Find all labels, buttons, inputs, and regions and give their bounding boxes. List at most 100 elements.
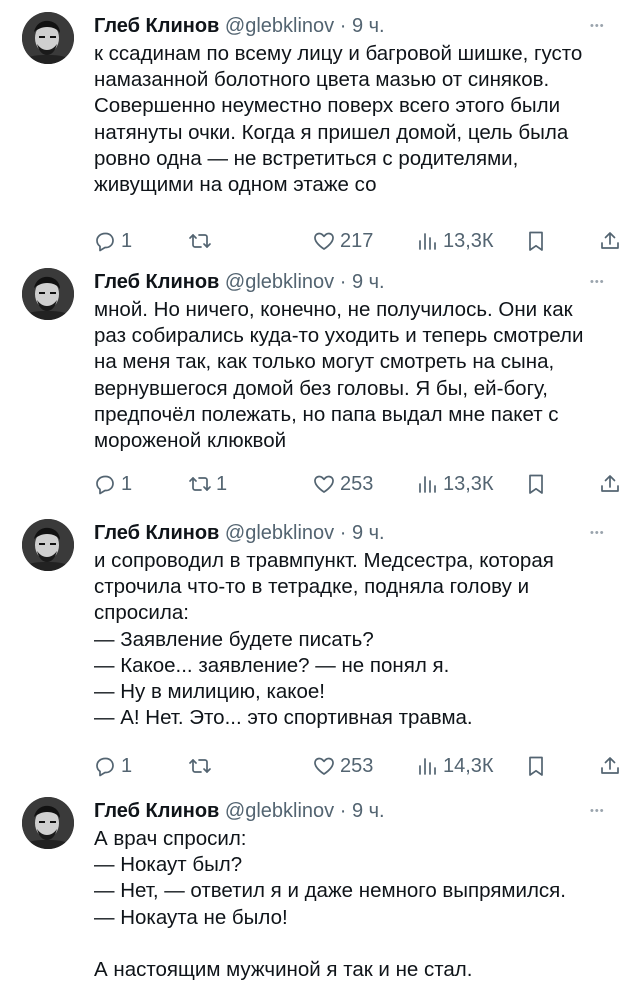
tweet-actions: 1 217 13,3К <box>0 226 640 256</box>
views-button[interactable]: 13,3К <box>415 226 494 256</box>
tweet-header: Глеб Клинов @glebklinov · 9 ч. <box>94 270 385 294</box>
reply-button[interactable]: 1 <box>93 226 132 256</box>
bookmark-button[interactable] <box>524 751 548 781</box>
share-button[interactable] <box>598 226 622 256</box>
reply-button[interactable]: 1 <box>93 751 132 781</box>
views-icon <box>415 229 439 253</box>
author-handle[interactable]: @glebklinov <box>225 800 334 822</box>
tweet-text-line: к ссадинам по всему лицу и багровой шишк… <box>94 42 583 65</box>
author-handle[interactable]: @glebklinov <box>225 15 334 37</box>
author-name[interactable]: Глеб Клинов <box>94 800 219 822</box>
reply-icon <box>93 472 117 496</box>
tweet-actions: 1 1 253 13,3К <box>0 469 640 499</box>
like-button[interactable]: 217 <box>312 226 373 256</box>
retweet-button[interactable] <box>188 226 216 256</box>
author-handle[interactable]: @glebklinov <box>225 522 334 544</box>
tweet-text-line: — Заявление будете писать? <box>94 627 374 651</box>
bookmark-icon <box>524 229 548 253</box>
timestamp[interactable]: 9 ч. <box>352 522 385 544</box>
tweet-text: мной. Но ничего, конечно, не получилось.… <box>94 297 614 454</box>
replie-count: 1 <box>121 229 133 252</box>
tweet-text-line: на меня так, как только могут смотреть н… <box>94 350 555 374</box>
tweet-text: и сопроводил в травмпункт. Медсестра, ко… <box>94 548 614 731</box>
views-icon <box>415 472 439 496</box>
view-count: 13,3К <box>443 472 494 495</box>
like-button[interactable]: 253 <box>312 469 373 499</box>
separator-dot: · <box>334 15 352 37</box>
tweet-text-line: мороженой клюквой <box>94 429 287 453</box>
more-icon[interactable]: ••• <box>590 20 605 32</box>
separator-dot: · <box>334 271 352 293</box>
tweet-text-line: Совершенно неуместно поверх всего этого … <box>94 94 561 118</box>
retweet-count: 1 <box>216 472 228 495</box>
tweet-text-line: А настоящим мужчиной я так и не стал. <box>94 957 473 981</box>
avatar[interactable] <box>22 12 74 64</box>
replie-count: 1 <box>121 754 133 777</box>
retweet-button[interactable]: 1 <box>188 469 227 499</box>
tweet-actions: 1 253 14,3К <box>0 751 640 781</box>
tweet-text-line: спросила: <box>94 601 189 625</box>
tweet-text-line: строчила что-то в тетрадке, подняла голо… <box>94 575 530 599</box>
like-count: 253 <box>340 754 374 777</box>
author-name[interactable]: Глеб Клинов <box>94 522 219 544</box>
bookmark-button[interactable] <box>524 226 548 256</box>
share-icon <box>598 472 622 496</box>
share-icon <box>598 754 622 778</box>
avatar[interactable] <box>22 519 74 571</box>
author-name[interactable]: Глеб Клинов <box>94 15 219 37</box>
avatar[interactable] <box>22 268 74 320</box>
tweet-text-line: — Ну в милицию, какое! <box>94 680 325 704</box>
separator-dot: · <box>334 800 352 822</box>
more-icon[interactable]: ••• <box>590 805 605 817</box>
view-count: 13,3К <box>443 229 494 252</box>
reply-icon <box>93 754 117 778</box>
tweet-header: Глеб Клинов @glebklinov · 9 ч. <box>94 799 385 823</box>
tweet-text-line: А врач спросил: <box>94 827 247 850</box>
author-name[interactable]: Глеб Клинов <box>94 271 219 293</box>
replie-count: 1 <box>121 472 133 495</box>
author-handle[interactable]: @glebklinov <box>225 271 334 293</box>
tweet-text-line: натянуты очки. Когда я пришел домой, цел… <box>94 120 569 144</box>
view-count: 14,3К <box>443 754 494 777</box>
retweet-icon <box>188 229 212 253</box>
like-button[interactable]: 253 <box>312 751 373 781</box>
tweet-text-line: намазанной болотного цвета мазью от синя… <box>94 68 550 92</box>
retweet-button[interactable] <box>188 751 216 781</box>
tweet-text-line: ровно одна — не встретиться с родителями… <box>94 146 519 170</box>
reply-button[interactable]: 1 <box>93 469 132 499</box>
tweet-text-line: — А! Нет. Это... это спортивная травма. <box>94 706 473 730</box>
avatar[interactable] <box>22 797 74 849</box>
timestamp[interactable]: 9 ч. <box>352 800 385 822</box>
heart-icon <box>312 472 336 496</box>
share-button[interactable] <box>598 751 622 781</box>
tweet-text-line: живущими на одном этаже со <box>94 173 377 197</box>
tweet-text-line: вернувшегося домой без головы. Я бы, ей-… <box>94 376 548 400</box>
more-icon[interactable]: ••• <box>590 276 605 288</box>
separator-dot: · <box>334 522 352 544</box>
tweet-text: А врач спросил: — Нокаут был? — Нет, — отв… <box>94 826 614 983</box>
tweet-text-line: — Нокаут был? <box>94 853 243 877</box>
share-button[interactable] <box>598 469 622 499</box>
views-button[interactable]: 13,3К <box>415 469 494 499</box>
timestamp[interactable]: 9 ч. <box>352 271 385 293</box>
tweet-header: Глеб Клинов @glebklinov · 9 ч. <box>94 521 385 545</box>
views-button[interactable]: 14,3К <box>415 751 494 781</box>
more-icon[interactable]: ••• <box>590 527 605 539</box>
share-icon <box>598 229 622 253</box>
tweet-text: к ссадинам по всему лицу и багровой шишк… <box>94 41 614 198</box>
like-count: 253 <box>340 472 374 495</box>
tweet-text-line: — Какое... заявление? — не понял я. <box>94 653 450 677</box>
tweet-text-line <box>94 931 614 957</box>
tweet-text-line: — Нет, — ответил я и даже немного выпрям… <box>94 879 566 903</box>
tweet-text-line: — Нокаута не было! <box>94 905 288 929</box>
views-icon <box>415 754 439 778</box>
bookmark-icon <box>524 472 548 496</box>
tweet-text-line: и сопроводил в травмпункт. Медсестра, ко… <box>94 549 554 572</box>
retweet-icon <box>188 472 212 496</box>
bookmark-icon <box>524 754 548 778</box>
timestamp[interactable]: 9 ч. <box>352 15 385 37</box>
heart-icon <box>312 754 336 778</box>
tweet-text-line: предпочёл полежать, но папа выдал мне па… <box>94 402 559 426</box>
bookmark-button[interactable] <box>524 469 548 499</box>
reply-icon <box>93 229 117 253</box>
